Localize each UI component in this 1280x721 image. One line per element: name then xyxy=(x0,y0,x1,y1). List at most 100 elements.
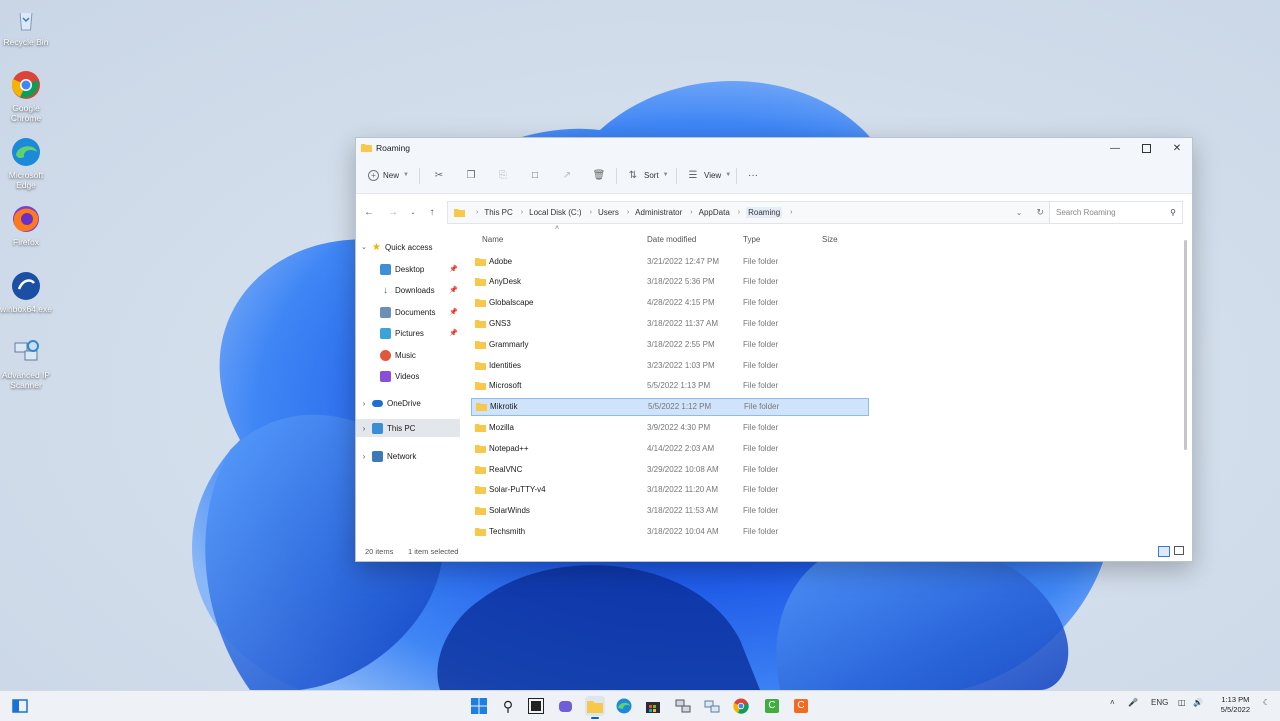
notifications-icon[interactable]: ☾ xyxy=(1263,698,1270,707)
address-dropdown-button[interactable]: ⌄ xyxy=(1016,208,1023,217)
file-row[interactable]: Microsoft 5/5/2022 1:13 PM File folder xyxy=(471,377,867,395)
copy-button[interactable]: ❐ xyxy=(464,167,478,183)
title-bar: Roaming — ✕ xyxy=(356,138,1192,158)
column-header-name[interactable]: Name xyxy=(482,235,503,244)
download-icon: ↓ xyxy=(383,284,388,296)
nav-quick-access[interactable]: ⌄ ★ Quick access xyxy=(356,238,460,256)
search-taskbar-button[interactable]: ⚲ xyxy=(498,696,518,716)
file-row[interactable]: AnyDesk 3/18/2022 5:36 PM File folder xyxy=(471,273,867,291)
arrow-right-icon: → xyxy=(388,206,398,218)
forward-button[interactable]: → xyxy=(386,205,400,219)
file-row[interactable]: RealVNC 3/29/2022 10:08 AM File folder xyxy=(471,460,867,478)
tiles-view-button[interactable] xyxy=(1174,546,1184,555)
file-row[interactable]: Globalscape 4/28/2022 4:15 PM File folder xyxy=(471,294,867,312)
folder-icon xyxy=(475,507,486,516)
desktop-icon-winbox[interactable]: winbox64.exe xyxy=(0,271,52,314)
chat-button[interactable] xyxy=(555,696,575,716)
start-button[interactable] xyxy=(469,696,489,716)
file-row[interactable]: GNS3 3/18/2022 11:37 AM File folder xyxy=(471,314,867,332)
breadcrumb-appdata[interactable]: AppData xyxy=(699,208,730,217)
minimize-button[interactable]: — xyxy=(1100,138,1130,158)
breadcrumb-this-pc[interactable]: This PC xyxy=(484,208,512,217)
file-row[interactable]: Mozilla 3/9/2022 4:30 PM File folder xyxy=(471,418,867,436)
copy-icon: ❐ xyxy=(466,169,476,181)
nav-this-pc[interactable]: › This PC xyxy=(356,419,460,437)
task-view-button[interactable] xyxy=(526,696,546,716)
show-hidden-icons-button[interactable]: ˄ xyxy=(1110,698,1115,707)
nav-documents[interactable]: Documents 📌 xyxy=(380,303,460,321)
up-button[interactable]: ↑ xyxy=(425,205,439,219)
desktop-icon-chrome[interactable]: Google Chrome xyxy=(0,70,52,123)
sort-indicator-icon: ˄ xyxy=(555,225,560,232)
chrome-taskbar-button[interactable] xyxy=(731,696,751,716)
file-row[interactable]: Notepad++ 4/14/2022 2:03 AM File folder xyxy=(471,439,867,457)
breadcrumb-roaming[interactable]: Roaming xyxy=(746,207,783,218)
desktop-icon-firefox[interactable]: Firefox xyxy=(0,204,52,247)
cut-button[interactable]: ✂ xyxy=(432,167,446,183)
column-header-type[interactable]: Type xyxy=(743,235,760,244)
breadcrumb-separator: › xyxy=(589,209,592,216)
sort-button[interactable]: ⇅ Sort ▼ xyxy=(626,167,669,183)
ip-scanner-taskbar-button[interactable] xyxy=(702,696,722,716)
column-header-date[interactable]: Date modified xyxy=(647,235,696,244)
breadcrumb-local-disk[interactable]: Local Disk (C:) xyxy=(529,208,581,217)
refresh-button[interactable]: ↻ xyxy=(1036,207,1044,218)
edge-icon xyxy=(11,137,41,167)
file-row[interactable]: Mikrotik 5/5/2022 1:12 PM File folder xyxy=(471,397,869,416)
nav-pictures[interactable]: Pictures 📌 xyxy=(380,324,460,342)
volume-icon[interactable]: 🔊 xyxy=(1193,698,1203,707)
microphone-icon[interactable]: 🎤 xyxy=(1128,698,1138,707)
address-bar[interactable]: › This PC › Local Disk (C:) › Users › Ad… xyxy=(447,201,1051,224)
network-tool-taskbar-button[interactable] xyxy=(673,696,693,716)
desktop-icon-edge[interactable]: Microsoft Edge xyxy=(0,137,52,190)
desktop-icon-ip-scanner[interactable]: Advanced IP Scanner xyxy=(0,337,52,390)
column-header-size[interactable]: Size xyxy=(822,235,838,244)
breadcrumb-users[interactable]: Users xyxy=(598,208,619,217)
camtasia-taskbar-button[interactable]: C xyxy=(762,696,782,716)
file-row[interactable]: Identities 3/23/2022 1:03 PM File folder xyxy=(471,356,867,374)
file-explorer-taskbar-button[interactable] xyxy=(585,696,605,719)
view-button[interactable]: ☰ View ▼ xyxy=(686,167,732,183)
chevron-down-icon: ⌄ xyxy=(410,209,416,216)
file-name: Adobe xyxy=(489,256,513,266)
nav-network[interactable]: › Network xyxy=(356,447,460,465)
maximize-button[interactable] xyxy=(1131,138,1161,158)
back-button[interactable]: ← xyxy=(362,205,376,219)
file-date: 4/28/2022 4:15 PM xyxy=(647,298,715,308)
vertical-scrollbar[interactable] xyxy=(1184,240,1187,450)
recorder-taskbar-button[interactable]: C xyxy=(791,696,811,716)
new-button[interactable]: + New ▼ xyxy=(368,167,409,183)
rename-button[interactable]: □ xyxy=(528,167,542,183)
nav-label: Videos xyxy=(395,371,420,381)
recent-locations-button[interactable]: ⌄ xyxy=(406,205,420,219)
file-row[interactable]: Solar-PuTTY-v4 3/18/2022 11:20 AM File fol… xyxy=(471,481,867,499)
close-button[interactable]: ✕ xyxy=(1162,138,1192,158)
language-indicator[interactable]: ENG xyxy=(1151,698,1168,707)
share-button[interactable]: ↗ xyxy=(560,167,574,183)
search-input[interactable]: Search Roaming ⚲ xyxy=(1049,201,1183,224)
details-view-button[interactable] xyxy=(1158,546,1170,557)
breadcrumb-administrator[interactable]: Administrator xyxy=(635,208,682,217)
clock[interactable]: 1:13 PM 5/5/2022 xyxy=(1221,695,1250,715)
nav-music[interactable]: Music xyxy=(380,346,460,364)
scissors-icon: ✂ xyxy=(434,169,444,181)
nav-videos[interactable]: Videos xyxy=(380,367,460,385)
nav-desktop[interactable]: Desktop 📌 xyxy=(380,260,460,278)
network-status-icon[interactable]: ◫ xyxy=(1178,698,1186,707)
edge-taskbar-button[interactable] xyxy=(614,696,634,716)
nav-label: Quick access xyxy=(384,242,433,252)
file-type: File folder xyxy=(743,443,779,453)
more-options-button[interactable]: ··· xyxy=(748,167,758,183)
widgets-button[interactable] xyxy=(10,696,30,716)
file-row[interactable]: Techsmith 3/18/2022 10:04 AM File folder xyxy=(471,522,867,540)
store-taskbar-button[interactable] xyxy=(643,696,663,716)
file-row[interactable]: Grammarly 3/18/2022 2:55 PM File folder xyxy=(471,335,867,353)
file-row[interactable]: Adobe 3/21/2022 12:47 PM File folder xyxy=(471,252,867,270)
nav-onedrive[interactable]: › OneDrive xyxy=(356,394,460,412)
file-row[interactable]: SolarWinds 3/18/2022 11:53 AM File folder xyxy=(471,502,867,520)
nav-downloads[interactable]: ↓ Downloads 📌 xyxy=(380,281,460,299)
delete-button[interactable]: 🗑 xyxy=(592,167,606,183)
paste-button[interactable]: ⎘ xyxy=(496,167,510,183)
nav-label: Network xyxy=(387,451,417,461)
desktop-icon-recycle-bin[interactable]: Recycle Bin xyxy=(0,4,52,47)
